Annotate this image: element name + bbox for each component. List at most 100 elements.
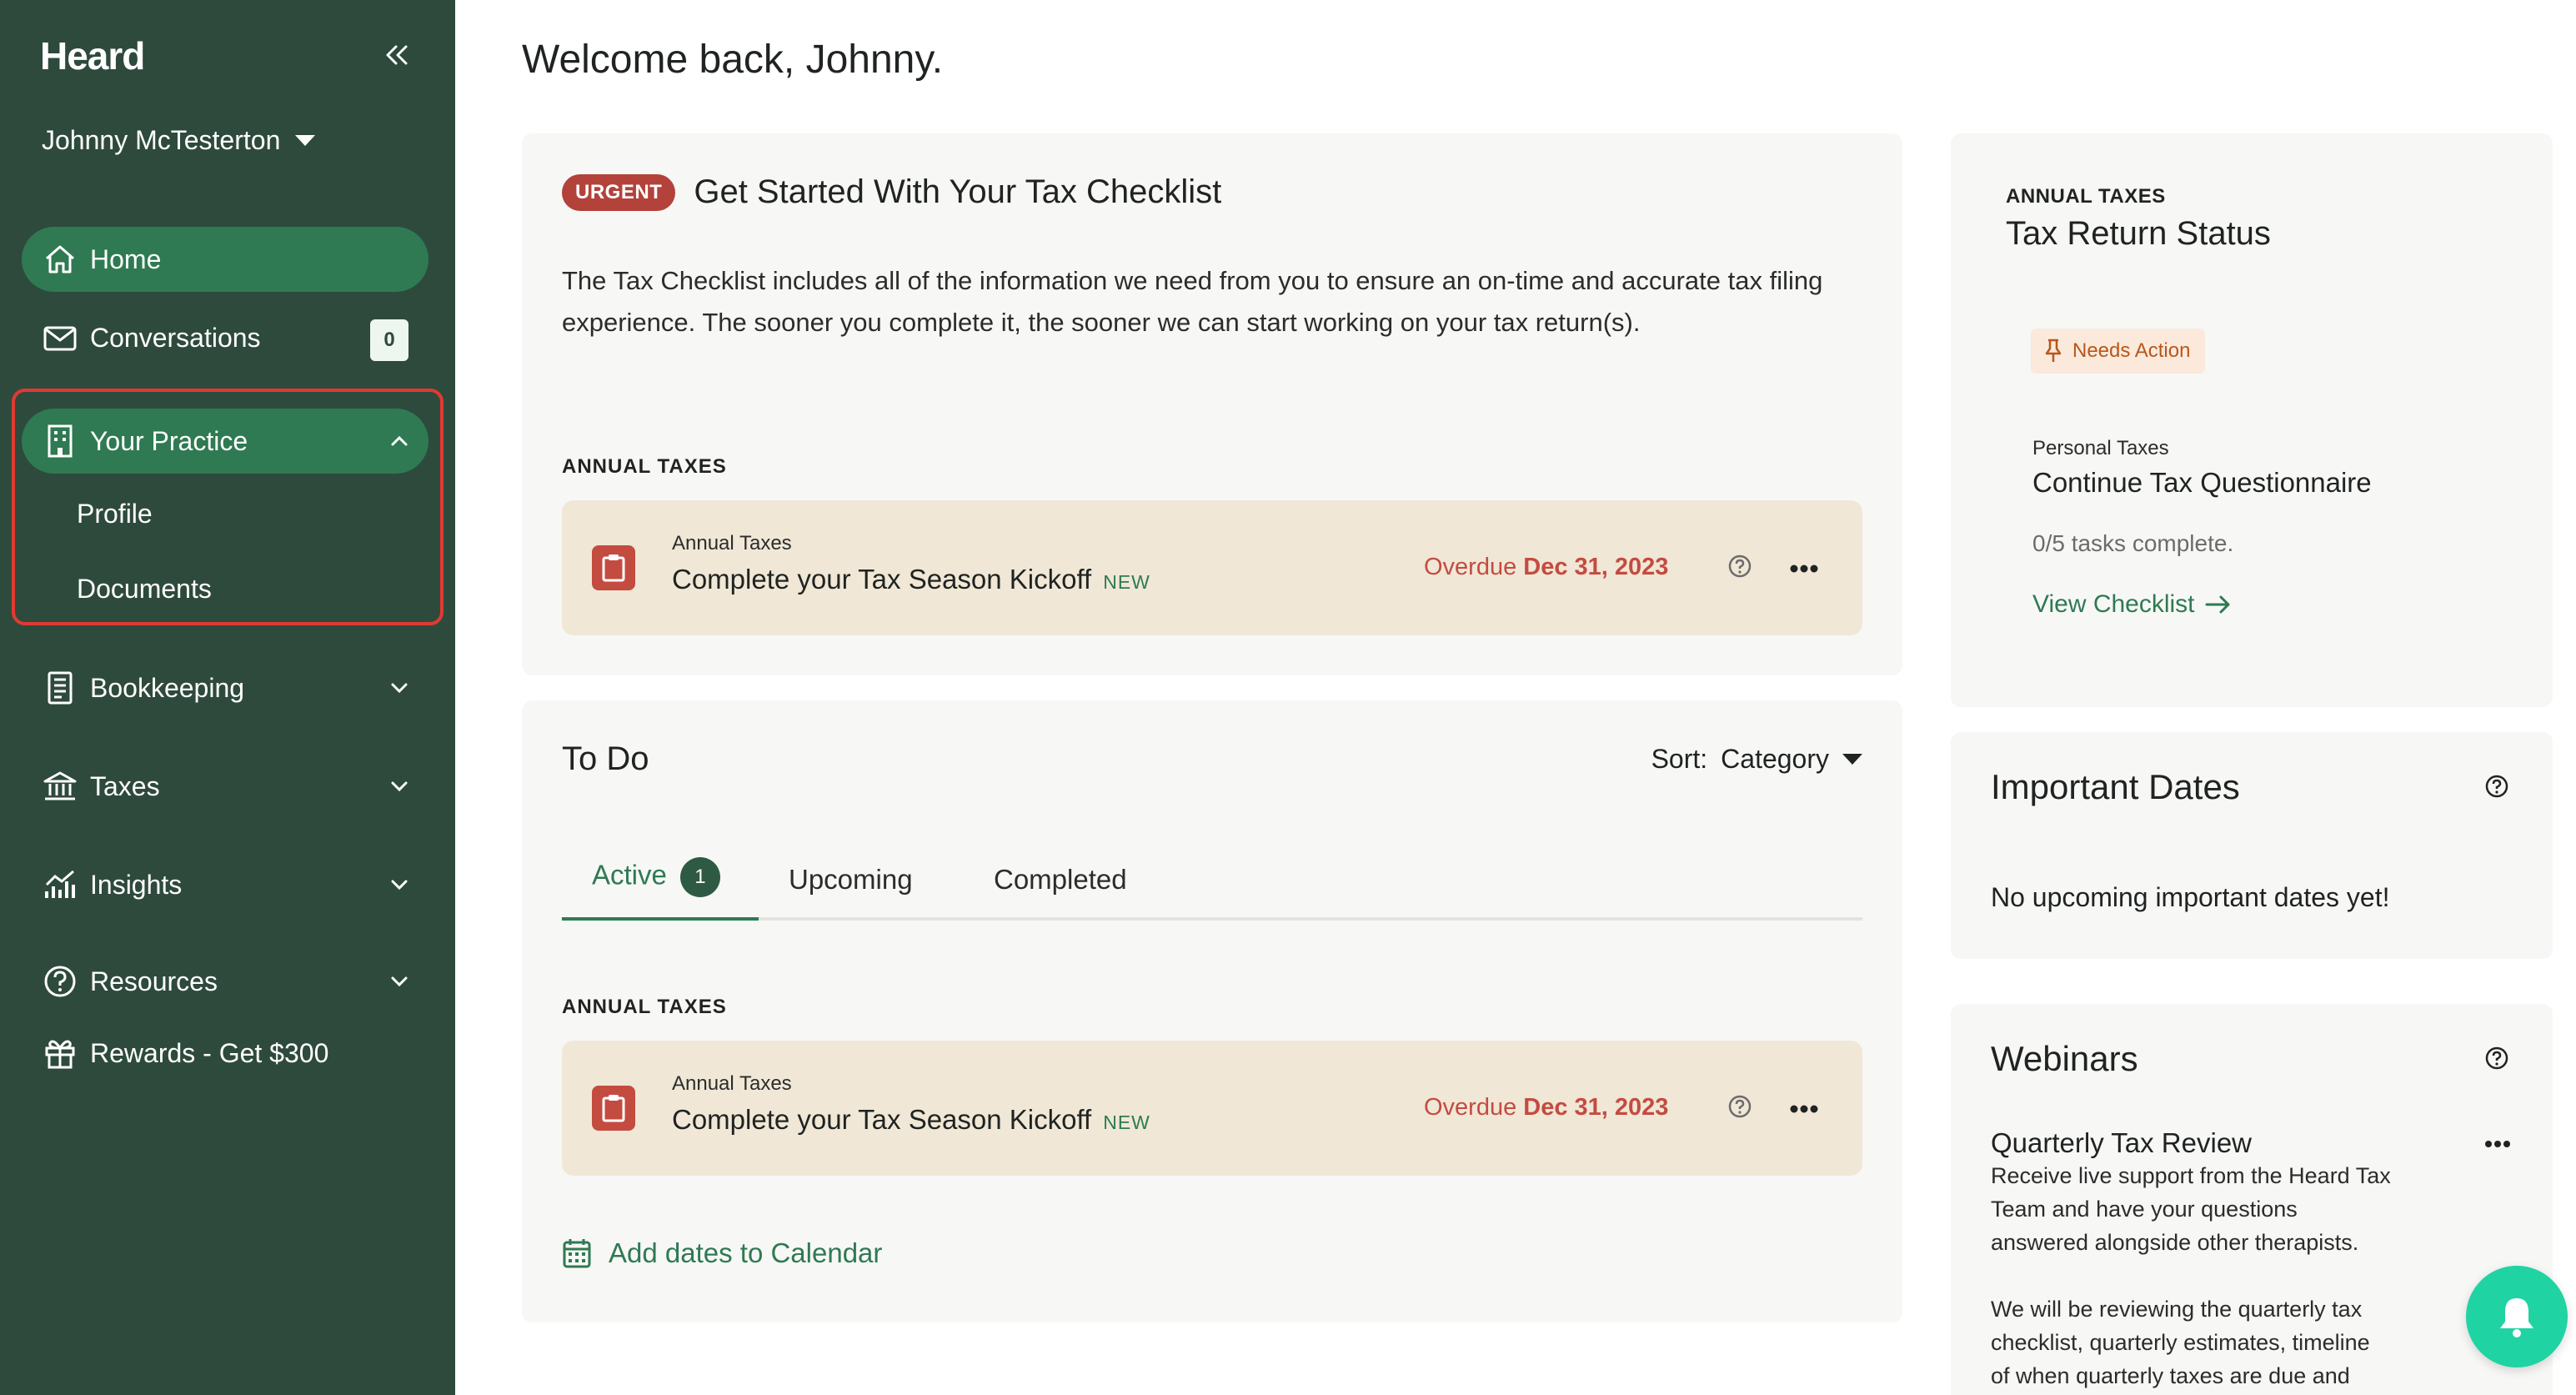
urgent-badge: URGENT [562,173,676,211]
sub-title: Continue Tax Questionnaire [2032,467,2372,498]
user-menu[interactable]: Johnny McTesterton [42,125,316,156]
todo-tabs: Active 1 Upcoming Completed [562,842,1862,921]
chevron-up-icon [391,435,408,446]
gift-icon [42,1035,78,1071]
ledger-icon [42,670,78,706]
status-text: Needs Action [2072,339,2191,362]
todo-title: To Do [562,740,649,777]
sidebar-item-label: Your Practice [90,425,248,456]
sidebar-item-your-practice[interactable]: Your Practice [22,409,428,474]
task-row[interactable]: Annual Taxes Complete your Tax Season Ki… [562,500,1862,635]
sidebar-item-label: Bookkeeping [90,672,245,703]
new-tag: NEW [1103,1111,1150,1133]
sidebar-item-label: Conversations [90,322,261,353]
chevron-down-icon [391,781,408,792]
important-dates-card: Important Dates No upcoming important da… [1951,732,2553,959]
active-count-badge: 1 [679,857,720,897]
sidebar-item-insights[interactable]: Insights [22,852,428,917]
tab-active[interactable]: Active 1 [592,857,720,897]
webinar-description: Receive live support from the Heard Tax … [1991,1159,2458,1392]
help-icon[interactable] [1727,1094,1752,1119]
clipboard-icon [592,1086,635,1131]
sidebar-item-conversations[interactable]: Conversations 0 [22,305,428,370]
bank-icon [42,768,78,805]
chart-icon [42,866,78,903]
more-options-icon[interactable] [2483,1137,2513,1151]
notifications-button[interactable] [2466,1266,2568,1367]
due-prefix: Overdue [1424,1094,1517,1121]
sidebar-item-home[interactable]: Home [22,227,428,292]
task-category: Annual Taxes [672,532,792,554]
checklist-description: The Tax Checklist includes all of the in… [562,266,1823,337]
clipboard-icon [592,545,635,590]
home-icon [42,241,78,278]
sort-dropdown[interactable]: Sort: Category [1651,744,1862,775]
help-icon[interactable] [2484,1046,2509,1071]
unread-count-badge: 0 [370,319,408,361]
chevron-down-icon [391,683,408,694]
sidebar-item-taxes[interactable]: Taxes [22,754,428,819]
mail-icon [42,319,78,356]
help-icon[interactable] [1727,554,1752,579]
chevron-down-icon [391,880,408,891]
tax-checklist-card: URGENT Get Started With Your Tax Checkli… [522,133,1902,675]
description-line: answered alongside other therapists. [1991,1230,2359,1255]
sidebar-item-rewards[interactable]: Rewards - Get $300 [22,1021,428,1086]
tab-completed[interactable]: Completed [994,864,1127,896]
sidebar-subitem-documents[interactable]: Documents [77,574,212,605]
webinars-card: Webinars Quarterly Tax Review Receive li… [1951,1004,2553,1395]
task-due: Overdue Dec 31, 2023 [1424,554,1668,581]
help-icon[interactable] [2484,774,2509,799]
card-title: Tax Return Status [2006,215,2271,252]
sidebar-item-resources[interactable]: Resources [22,949,428,1014]
card-label: ANNUAL TAXES [2006,185,2166,208]
empty-state-text: No upcoming important dates yet! [1991,882,2390,912]
task-row[interactable]: Annual Taxes Complete your Tax Season Ki… [562,1041,1862,1176]
link-label: View Checklist [2032,590,2195,618]
sort-label: Sort: [1651,744,1708,774]
bell-icon [2500,1298,2533,1337]
due-date: Dec 31, 2023 [1523,1094,1669,1121]
progress-text: 0/5 tasks complete. [2032,530,2234,556]
calendar-link-label: Add dates to Calendar [609,1237,883,1268]
checklist-title: Get Started With Your Tax Checklist [694,173,1222,210]
card-title: Important Dates [1991,767,2240,806]
help-circle-icon [42,963,78,1000]
section-label: ANNUAL TAXES [562,996,727,1018]
brand-logo: Heard [40,34,145,78]
arrow-right-icon [2205,595,2230,614]
view-checklist-link[interactable]: View Checklist [2032,590,2232,619]
sidebar-item-label: Resources [90,966,218,996]
sidebar-item-label: Home [90,243,162,274]
page-title: Welcome back, Johnny. [522,38,944,82]
user-name: Johnny McTesterton [42,125,281,155]
calendar-icon [563,1239,591,1268]
caret-down-icon [1842,754,1862,765]
active-tab-indicator [562,917,759,921]
more-options-icon[interactable] [1787,560,1821,577]
webinar-title[interactable]: Quarterly Tax Review [1991,1127,2252,1159]
task-category: Annual Taxes [672,1072,792,1095]
sidebar-item-label: Insights [90,869,183,900]
description-line: checklist, quarterly estimates, timeline [1991,1330,2370,1355]
status-badge: Needs Action [2031,329,2206,374]
description-line: Team and have your questions [1991,1197,2298,1222]
caret-down-icon [295,135,316,146]
sidebar-item-bookkeeping[interactable]: Bookkeeping [22,655,428,720]
description-line: of when quarterly taxes are due and [1991,1363,2350,1388]
card-title: Webinars [1991,1039,2138,1078]
task-title: Complete your Tax Season Kickoff NEW [672,1104,1150,1136]
collapse-sidebar-icon[interactable] [382,40,412,70]
sidebar-subitem-profile[interactable]: Profile [77,499,153,529]
more-options-icon[interactable] [1787,1101,1821,1117]
building-icon [42,423,78,459]
due-prefix: Overdue [1424,554,1517,580]
tab-upcoming[interactable]: Upcoming [789,864,913,896]
due-date: Dec 31, 2023 [1523,554,1669,580]
sub-label: Personal Taxes [2032,437,2169,459]
task-due: Overdue Dec 31, 2023 [1424,1094,1668,1122]
sort-value: Category [1721,744,1829,774]
add-to-calendar-link[interactable]: Add dates to Calendar [562,1237,882,1269]
sidebar: Heard Johnny McTesterton Home Conversati… [0,0,455,1395]
task-title-text: Complete your Tax Season Kickoff [672,1104,1092,1135]
